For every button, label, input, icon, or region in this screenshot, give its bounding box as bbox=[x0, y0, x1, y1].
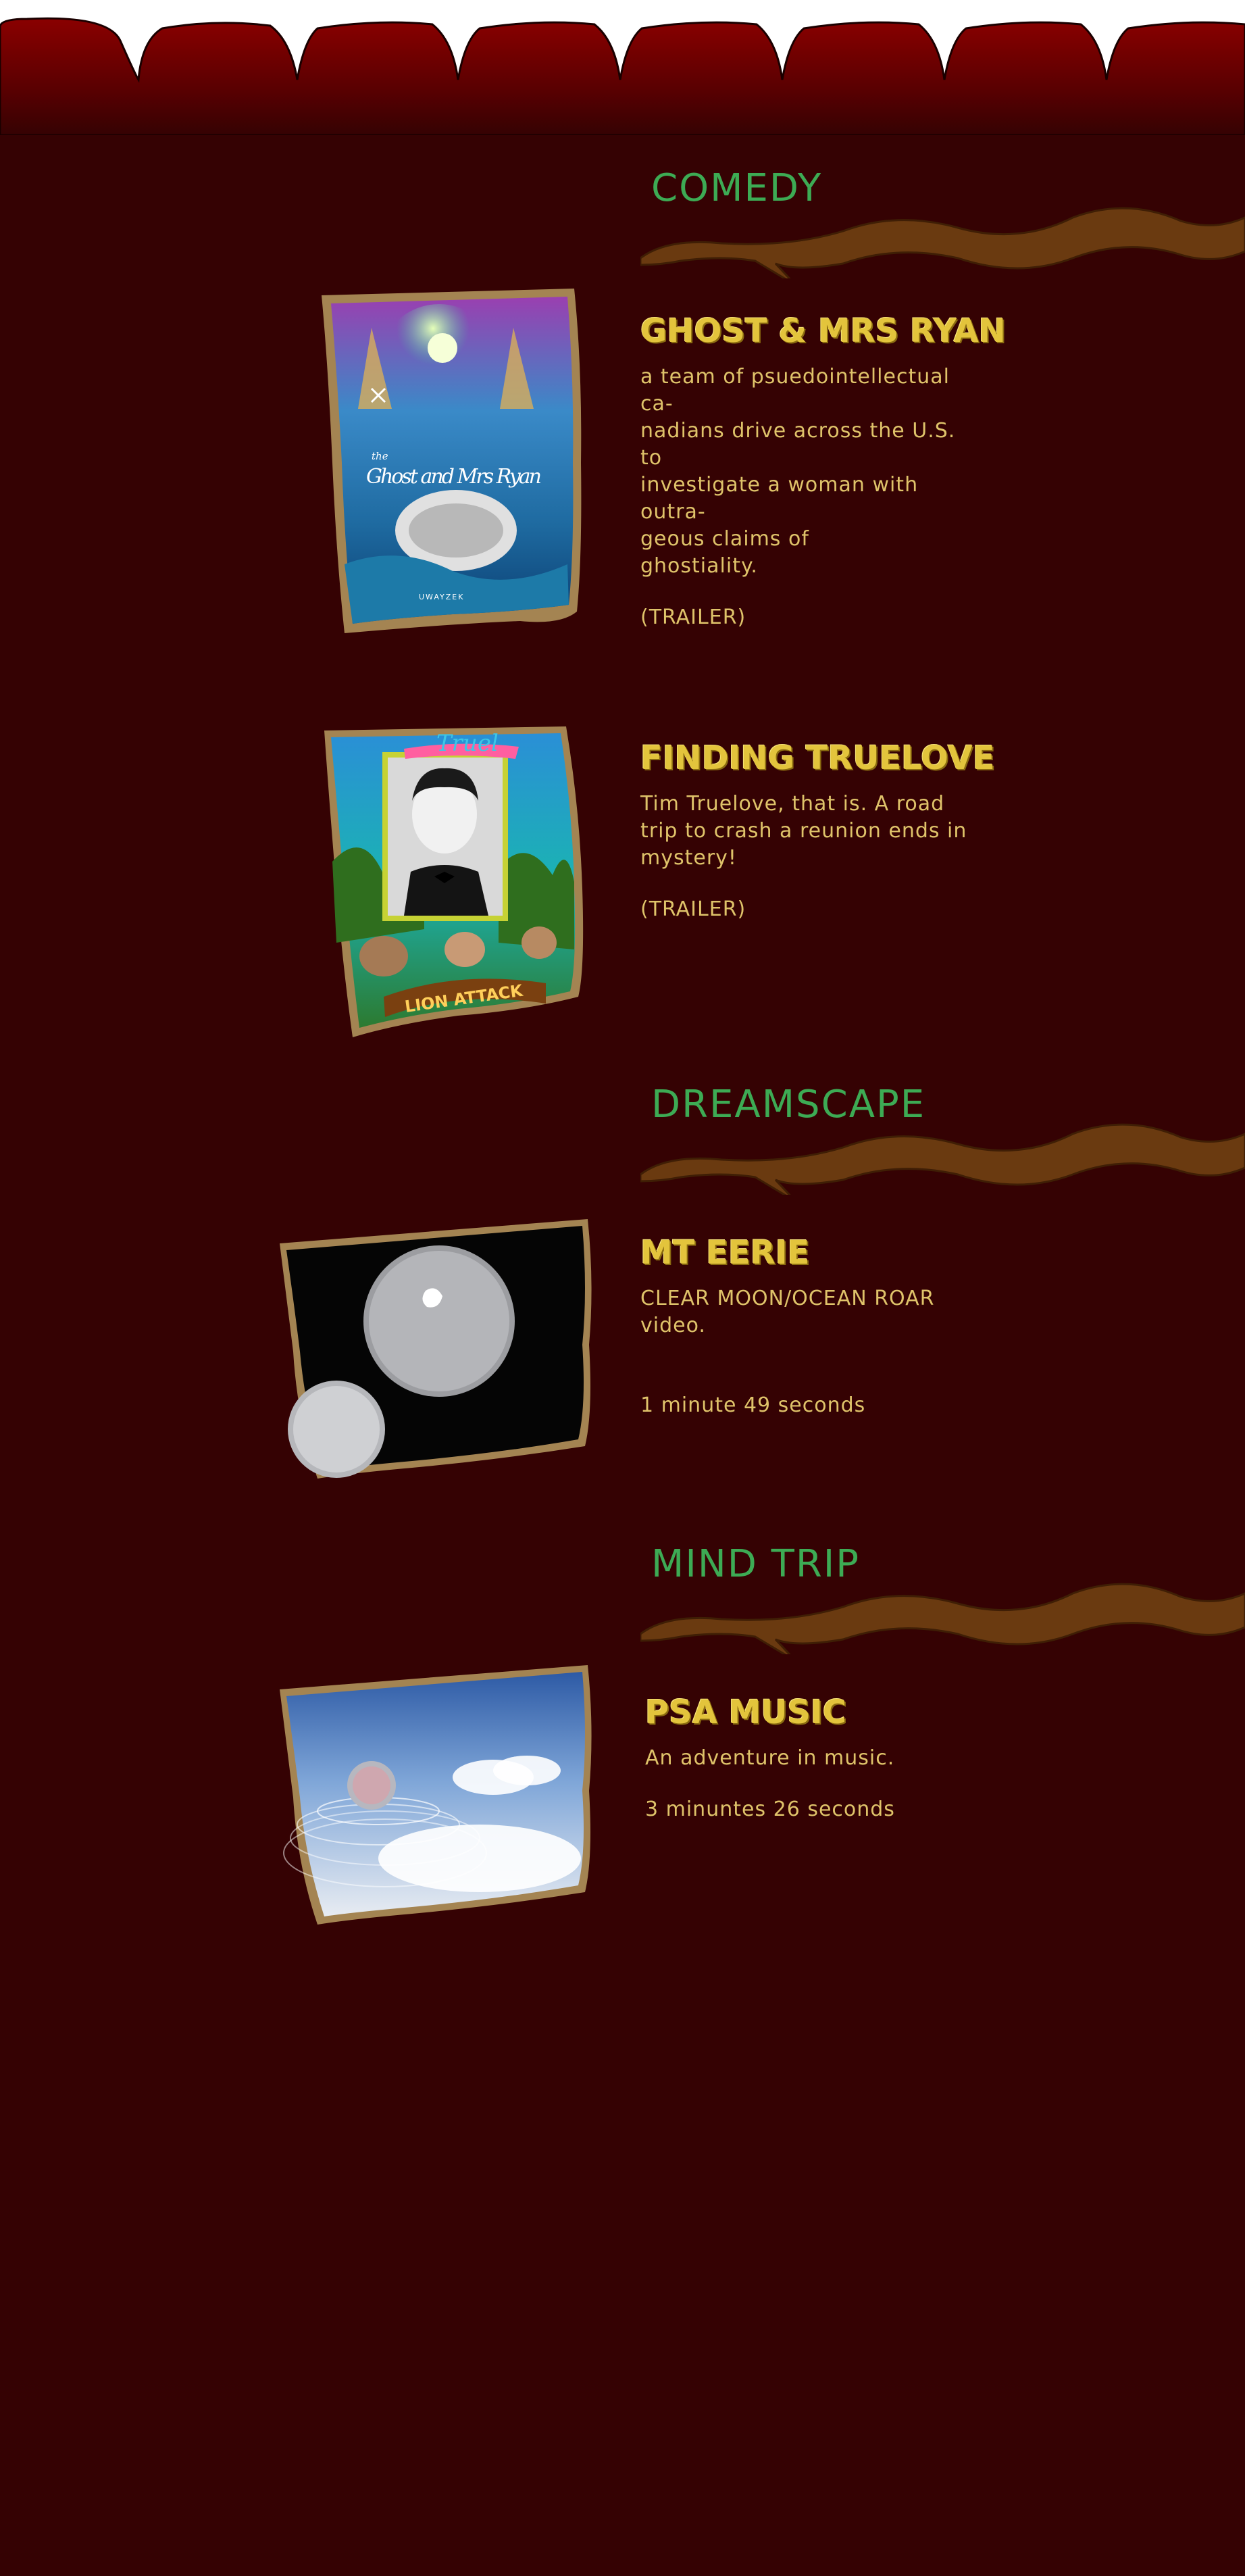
poster-the-text: the bbox=[372, 450, 388, 462]
item-finding-truelove: FINDING TRUELOVE Tim Truelove, that is. … bbox=[640, 739, 995, 921]
section-heading-comedy: COMEDY bbox=[640, 166, 1245, 288]
item-title: MT EERIE bbox=[640, 1234, 810, 1272]
item-duration: 3 minuntes 26 seconds bbox=[645, 1798, 895, 1821]
item-title: PSA MUSIC bbox=[645, 1693, 847, 1731]
item-description: a team of psuedointellectual ca- nadians… bbox=[640, 365, 956, 578]
item-description: CLEAR MOON/OCEAN ROAR video. bbox=[640, 1287, 935, 1337]
item-ghost-mrs-ryan: GHOST & MRS RYAN a team of psuedointelle… bbox=[640, 312, 1006, 629]
thumbnail-mt-eerie[interactable] bbox=[277, 1216, 594, 1480]
item-description: An adventure in music. bbox=[645, 1746, 895, 1770]
item-title: FINDING TRUELOVE bbox=[640, 739, 995, 777]
section-heading-mind-trip: MIND TRIP bbox=[640, 1542, 1245, 1664]
trailer-link[interactable]: (TRAILER) bbox=[640, 605, 978, 629]
poster-top-text: Truel bbox=[436, 730, 499, 757]
item-description: Tim Truelove, that is. A road trip to cr… bbox=[640, 792, 967, 870]
item-mt-eerie: MT EERIE CLEAR MOON/OCEAN ROAR video. 1 … bbox=[640, 1234, 978, 1417]
branch-decoration bbox=[640, 1583, 1245, 1654]
section-heading-dreamscape: DREAMSCAPE bbox=[640, 1083, 1245, 1204]
poster-credit-text: UWAYZEK bbox=[419, 593, 464, 601]
item-psa-music: PSA MUSIC An adventure in music. 3 minun… bbox=[645, 1693, 983, 1821]
poster-ghost-mrs-ryan[interactable]: the Ghost and Mrs Ryan UWAYZEK bbox=[317, 287, 588, 639]
curtain-header bbox=[0, 0, 1245, 135]
poster-finding-truelove[interactable]: Truel LION ATTACK bbox=[323, 726, 586, 1037]
poster-title-text: Ghost and Mrs Ryan bbox=[366, 465, 542, 489]
trailer-link[interactable]: (TRAILER) bbox=[640, 897, 978, 921]
item-duration: 1 minute 49 seconds bbox=[640, 1393, 866, 1417]
branch-decoration bbox=[640, 207, 1245, 278]
item-title: GHOST & MRS RYAN bbox=[640, 312, 1006, 350]
page: COMEDY the Ghost and Mrs Ryan UWAYZEK GH… bbox=[0, 0, 1245, 2576]
thumbnail-psa-music[interactable] bbox=[277, 1662, 594, 1926]
branch-decoration bbox=[640, 1123, 1245, 1195]
